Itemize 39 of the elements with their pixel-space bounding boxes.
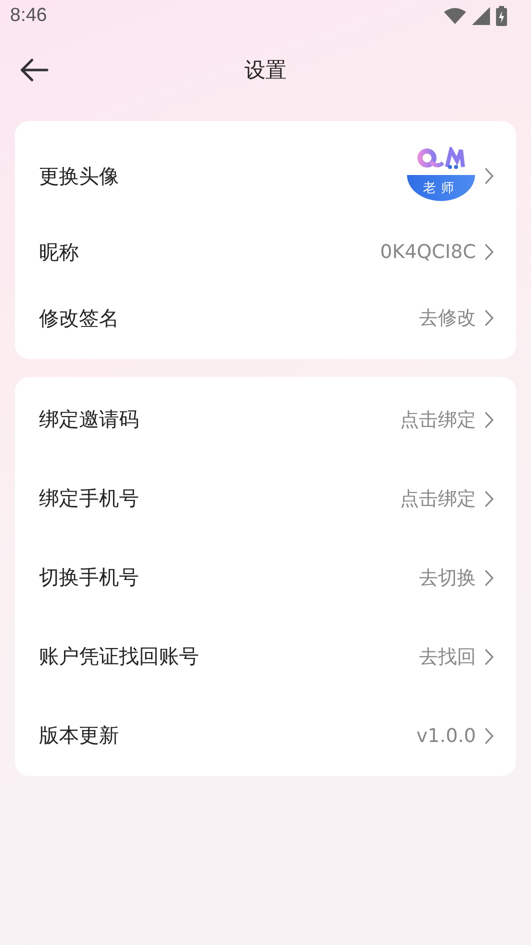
settings-row[interactable]: 版本更新 v1.0.0 xyxy=(15,696,516,775)
chevron-icon xyxy=(484,410,494,428)
settings-row[interactable]: 修改签名 去修改 xyxy=(15,285,516,351)
status-time: 8:46 xyxy=(10,5,47,27)
row-value: 点击绑定 xyxy=(400,408,476,432)
page-title: 设置 xyxy=(244,57,286,84)
logo-icon xyxy=(417,147,465,169)
chevron-icon xyxy=(484,167,494,185)
row-label: 更换头像 xyxy=(39,162,119,190)
row-label: 账户凭证找回账号 xyxy=(39,643,199,670)
row-label: 修改签名 xyxy=(39,304,119,332)
avatar-badge: 老师 xyxy=(407,175,475,201)
row-value: 0K4QCI8C xyxy=(380,241,476,263)
row-value: 去修改 xyxy=(419,306,476,331)
wifi-icon xyxy=(444,8,466,24)
settings-row[interactable]: 昵称 0K4QCI8C xyxy=(15,219,516,285)
settings-row[interactable]: 绑定邀请码 点击绑定 xyxy=(15,380,516,459)
row-value: v1.0.0 xyxy=(416,724,476,746)
row-value: 去切换 xyxy=(419,566,476,590)
row-label: 切换手机号 xyxy=(39,564,139,591)
row-label: 绑定邀请码 xyxy=(39,406,139,433)
chevron-icon xyxy=(484,490,494,508)
row-label: 版本更新 xyxy=(39,722,119,749)
chevron-icon xyxy=(484,726,494,744)
back-arrow-icon[interactable] xyxy=(19,58,49,82)
row-label: 绑定手机号 xyxy=(39,485,139,512)
battery-icon xyxy=(496,6,507,26)
chevron-icon xyxy=(484,309,494,327)
settings-row[interactable]: 更换头像 老师 xyxy=(15,133,516,219)
row-value: 点击绑定 xyxy=(400,486,476,512)
chevron-icon xyxy=(484,243,494,261)
settings-row[interactable]: 账户凭证找回账号 去找回 xyxy=(15,617,516,696)
chevron-icon xyxy=(484,568,494,586)
signal-icon xyxy=(472,7,490,25)
row-value: 去找回 xyxy=(419,644,476,670)
chevron-icon xyxy=(484,648,494,666)
row-label: 昵称 xyxy=(39,238,79,266)
settings-row[interactable]: 绑定手机号 点击绑定 xyxy=(15,459,516,538)
settings-row[interactable]: 切换手机号 去切换 xyxy=(15,538,516,617)
